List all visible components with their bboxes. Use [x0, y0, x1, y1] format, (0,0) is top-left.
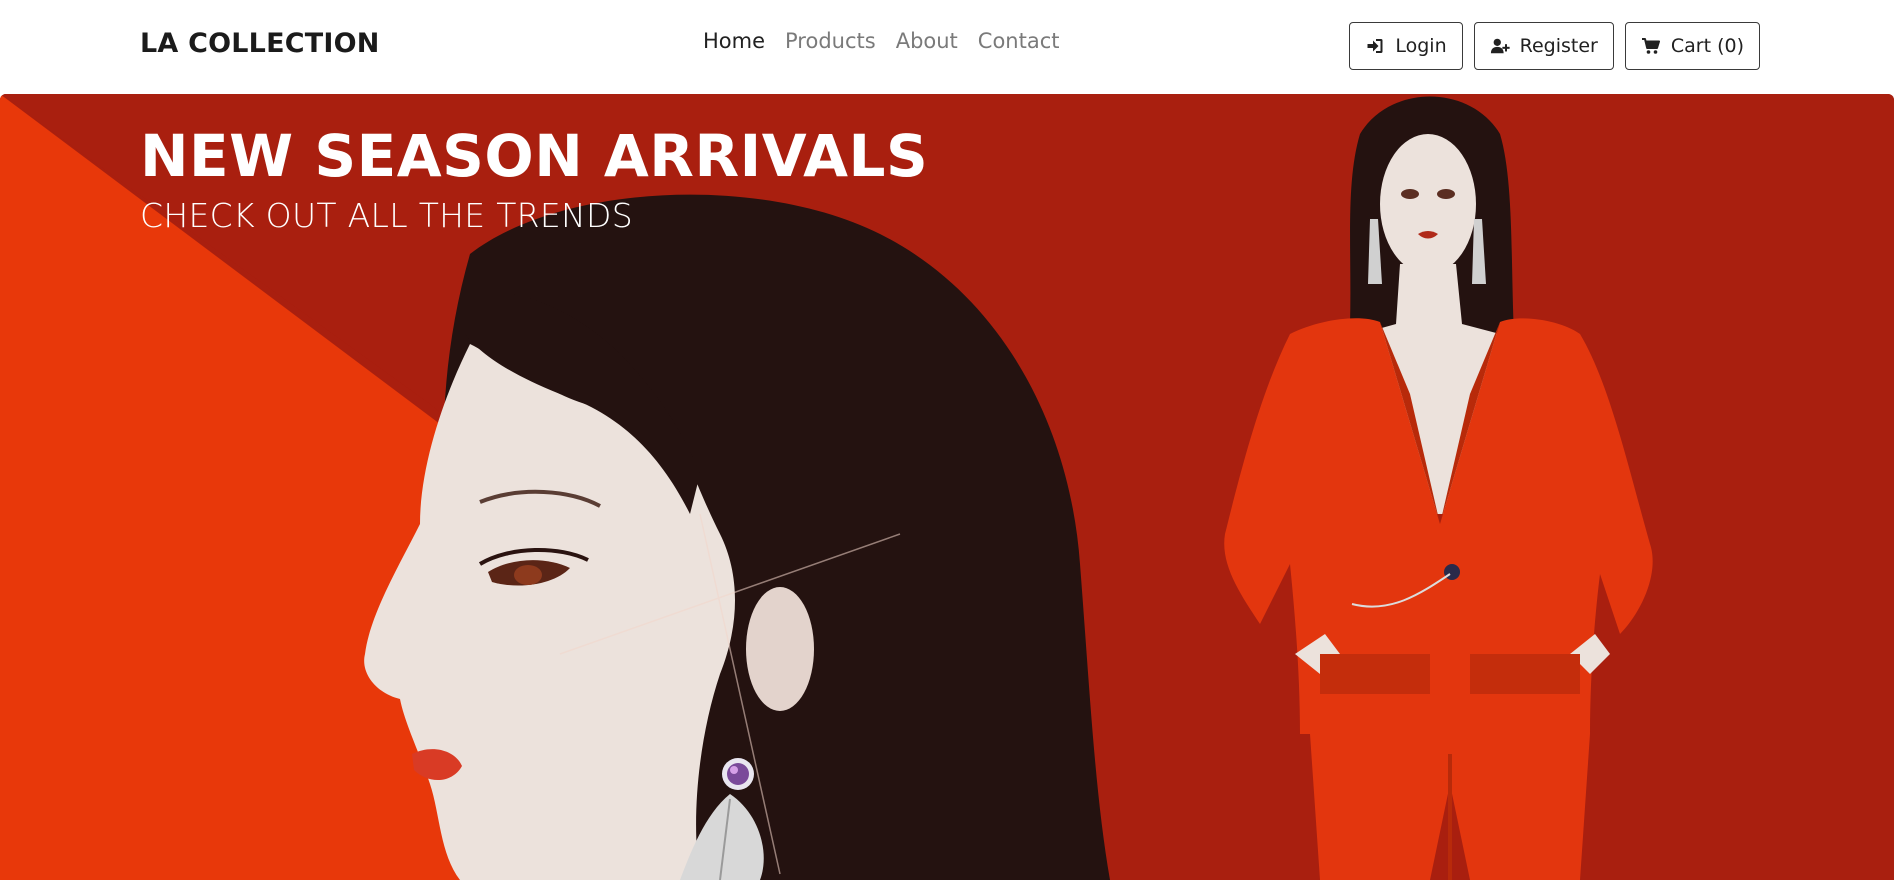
- register-button[interactable]: Register: [1473, 22, 1614, 70]
- main-nav: Home Products About Contact: [703, 31, 1060, 52]
- navbar: LA COLLECTION Home Products About Contac…: [0, 0, 1894, 94]
- register-label: Register: [1519, 35, 1598, 57]
- nav-products-link[interactable]: Products: [785, 31, 876, 52]
- sign-in-icon: [1365, 36, 1385, 56]
- account-actions: Login Register Cart (0): [1349, 22, 1760, 70]
- hero-title: NEW SEASON ARRIVALS: [140, 122, 929, 190]
- login-button[interactable]: Login: [1349, 22, 1463, 70]
- nav-home-link[interactable]: Home: [703, 31, 765, 52]
- login-label: Login: [1395, 35, 1447, 57]
- hero-banner: NEW SEASON ARRIVALS CHECK OUT ALL THE TR…: [0, 94, 1894, 880]
- cart-label: Cart (0): [1670, 35, 1744, 57]
- cart-button[interactable]: Cart (0): [1624, 22, 1760, 70]
- user-plus-icon: [1490, 36, 1510, 56]
- cart-icon: [1641, 36, 1661, 56]
- nav-about-link[interactable]: About: [896, 31, 958, 52]
- hero-subtitle: CHECK OUT ALL THE TRENDS: [140, 196, 633, 235]
- nav-contact-link[interactable]: Contact: [978, 31, 1060, 52]
- brand-logo[interactable]: LA COLLECTION: [140, 28, 380, 59]
